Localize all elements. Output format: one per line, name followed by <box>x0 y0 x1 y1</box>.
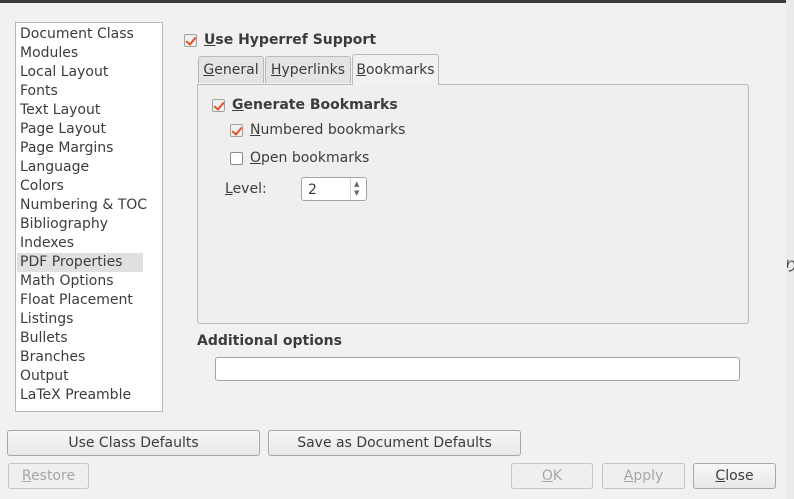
ok-button[interactable]: OK <box>511 463 593 489</box>
background-window-edge <box>786 0 794 499</box>
additional-options-input[interactable] <box>215 357 740 381</box>
use-class-defaults-button[interactable]: Use Class Defaults <box>7 430 260 456</box>
sidebar-item-text-layout[interactable]: Text Layout <box>17 101 143 120</box>
generate-bookmarks-label[interactable]: Generate Bookmarks <box>232 97 398 113</box>
sidebar-item-language[interactable]: Language <box>17 158 143 177</box>
tab-general[interactable]: General <box>198 56 264 83</box>
apply-button[interactable]: Apply <box>602 463 685 489</box>
sidebar-item-page-layout[interactable]: Page Layout <box>17 120 143 139</box>
level-spin-buttons: ▲ ▼ <box>350 178 366 200</box>
spin-up-icon[interactable]: ▲ <box>354 180 359 188</box>
background-text-glyph: り <box>784 259 794 275</box>
sidebar-item-fonts[interactable]: Fonts <box>17 82 143 101</box>
window-top-border <box>0 0 794 3</box>
sidebar-item-math-options[interactable]: Math Options <box>17 272 143 291</box>
level-spinbox[interactable]: 2 ▲ ▼ <box>301 177 367 201</box>
additional-options-label: Additional options <box>197 333 342 349</box>
category-list[interactable]: Document Class Modules Local Layout Fonts Te… <box>15 22 163 412</box>
sidebar-item-modules[interactable]: Modules <box>17 44 143 63</box>
sidebar-item-listings[interactable]: Listings <box>17 310 143 329</box>
sidebar-item-indexes[interactable]: Indexes <box>17 234 143 253</box>
sidebar-item-numbering-toc[interactable]: Numbering & TOC <box>17 196 147 215</box>
spin-down-icon[interactable]: ▼ <box>354 189 359 197</box>
open-bookmarks-checkbox[interactable] <box>230 152 243 165</box>
sidebar-item-output[interactable]: Output <box>17 367 143 386</box>
sidebar-item-document-class[interactable]: Document Class <box>17 25 143 44</box>
numbered-bookmarks-label[interactable]: Numbered bookmarks <box>250 122 405 138</box>
sidebar-item-pdf-properties[interactable]: PDF Properties <box>17 253 143 272</box>
tab-hyperlinks[interactable]: Hyperlinks <box>265 56 351 83</box>
tab-bookmarks[interactable]: Bookmarks <box>352 54 439 85</box>
sidebar-item-colors[interactable]: Colors <box>17 177 143 196</box>
sidebar-item-bibliography[interactable]: Bibliography <box>17 215 143 234</box>
sidebar-item-bullets[interactable]: Bullets <box>17 329 143 348</box>
use-hyperref-checkbox[interactable] <box>184 34 197 47</box>
restore-button[interactable]: Restore <box>8 463 89 489</box>
use-hyperref-label[interactable]: Use Hyperref Support <box>204 32 376 48</box>
save-as-document-defaults-button[interactable]: Save as Document Defaults <box>268 430 521 456</box>
open-bookmarks-label[interactable]: Open bookmarks <box>250 150 369 166</box>
generate-bookmarks-checkbox[interactable] <box>212 99 225 112</box>
sidebar-item-page-margins[interactable]: Page Margins <box>17 139 143 158</box>
category-list-items: Document Class Modules Local Layout Fonts Te… <box>16 23 162 405</box>
bookmarks-panel <box>197 84 749 324</box>
numbered-bookmarks-checkbox[interactable] <box>230 124 243 137</box>
close-button[interactable]: Close <box>693 463 776 489</box>
sidebar-item-float-placement[interactable]: Float Placement <box>17 291 143 310</box>
sidebar-item-branches[interactable]: Branches <box>17 348 143 367</box>
level-label: Level: <box>225 181 267 197</box>
sidebar-item-latex-preamble[interactable]: LaTeX Preamble <box>17 386 143 405</box>
sidebar-item-local-layout[interactable]: Local Layout <box>17 63 143 82</box>
level-value[interactable]: 2 <box>308 180 317 200</box>
